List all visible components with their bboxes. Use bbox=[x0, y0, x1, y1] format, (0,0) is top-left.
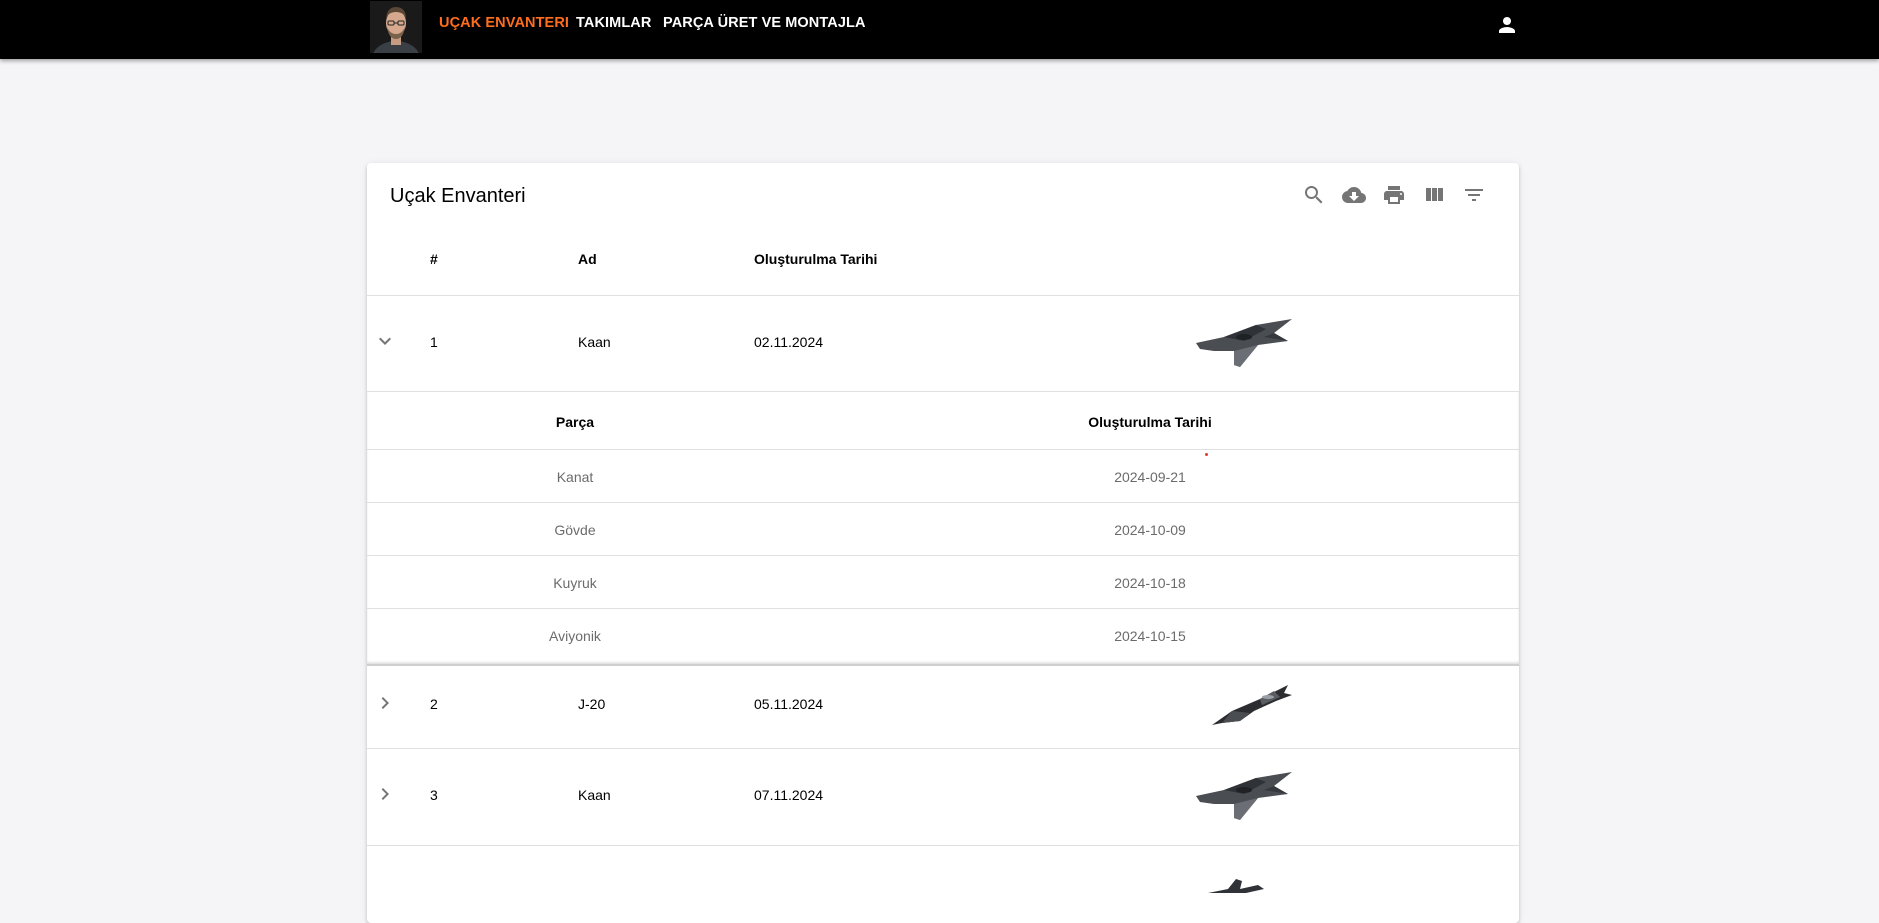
detail-header-date[interactable]: Oluşturulma Tarihi bbox=[1088, 414, 1211, 430]
kaan-jet-image bbox=[1194, 315, 1294, 376]
jet-image bbox=[1202, 875, 1282, 900]
detail-date: 2024-10-18 bbox=[1114, 575, 1186, 591]
columns-icon[interactable] bbox=[1422, 183, 1446, 207]
row-name: Kaan bbox=[578, 334, 611, 350]
column-header-number[interactable]: # bbox=[430, 251, 438, 267]
download-icon[interactable] bbox=[1342, 183, 1366, 207]
row-date: 02.11.2024 bbox=[754, 334, 824, 350]
print-icon[interactable] bbox=[1382, 183, 1406, 207]
search-icon[interactable] bbox=[1302, 183, 1326, 207]
detail-part: Gövde bbox=[554, 522, 596, 538]
divider bbox=[367, 664, 1519, 666]
detail-header-part[interactable]: Parça bbox=[556, 414, 594, 430]
expand-row-button[interactable] bbox=[373, 691, 397, 715]
kaan-jet-image bbox=[1194, 768, 1294, 829]
detail-panel: Parça Oluşturulma Tarihi Kanat 2024-09-2… bbox=[367, 392, 1519, 664]
table-title: Uçak Envanteri bbox=[390, 185, 526, 207]
divider bbox=[367, 295, 1519, 296]
divider bbox=[367, 502, 1519, 503]
collapse-row-button[interactable] bbox=[373, 329, 397, 353]
divider bbox=[367, 608, 1519, 609]
j20-jet-image bbox=[1210, 681, 1294, 732]
row-number: 1 bbox=[430, 334, 438, 350]
divider bbox=[367, 748, 1519, 749]
app-bar: UÇAK ENVANTERI TAKIMLAR PARÇA ÜRET VE MO… bbox=[0, 0, 1879, 59]
divider bbox=[367, 449, 1519, 450]
row-number: 2 bbox=[430, 696, 438, 712]
detail-date: 2024-10-15 bbox=[1114, 628, 1186, 644]
marker-dot bbox=[1205, 453, 1208, 456]
inventory-table-card: Uçak Envanteri # Ad Oluşturulma Tarihi 1… bbox=[367, 163, 1519, 923]
detail-part: Aviyonik bbox=[549, 628, 601, 644]
column-header-date[interactable]: Oluşturulma Tarihi bbox=[754, 251, 877, 267]
column-header-name[interactable]: Ad bbox=[578, 251, 597, 267]
nav-item-parca-uret[interactable]: PARÇA ÜRET VE MONTAJLA bbox=[663, 15, 866, 31]
account-icon[interactable] bbox=[1495, 13, 1519, 37]
avatar[interactable] bbox=[370, 1, 422, 53]
row-number: 3 bbox=[430, 787, 438, 803]
divider bbox=[367, 555, 1519, 556]
nav-item-ucak-envanteri[interactable]: UÇAK ENVANTERI bbox=[439, 15, 569, 31]
row-name: J-20 bbox=[578, 696, 606, 712]
row-name: Kaan bbox=[578, 787, 611, 803]
filter-icon[interactable] bbox=[1462, 183, 1486, 207]
row-date: 05.11.2024 bbox=[754, 696, 824, 712]
detail-date: 2024-10-09 bbox=[1114, 522, 1186, 538]
nav-item-takimlar[interactable]: TAKIMLAR bbox=[576, 15, 651, 31]
detail-part: Kanat bbox=[556, 469, 594, 485]
detail-part: Kuyruk bbox=[553, 575, 597, 591]
detail-date: 2024-09-21 bbox=[1114, 469, 1186, 485]
expand-row-button[interactable] bbox=[373, 782, 397, 806]
divider bbox=[367, 845, 1519, 846]
row-date: 07.11.2024 bbox=[754, 787, 824, 803]
